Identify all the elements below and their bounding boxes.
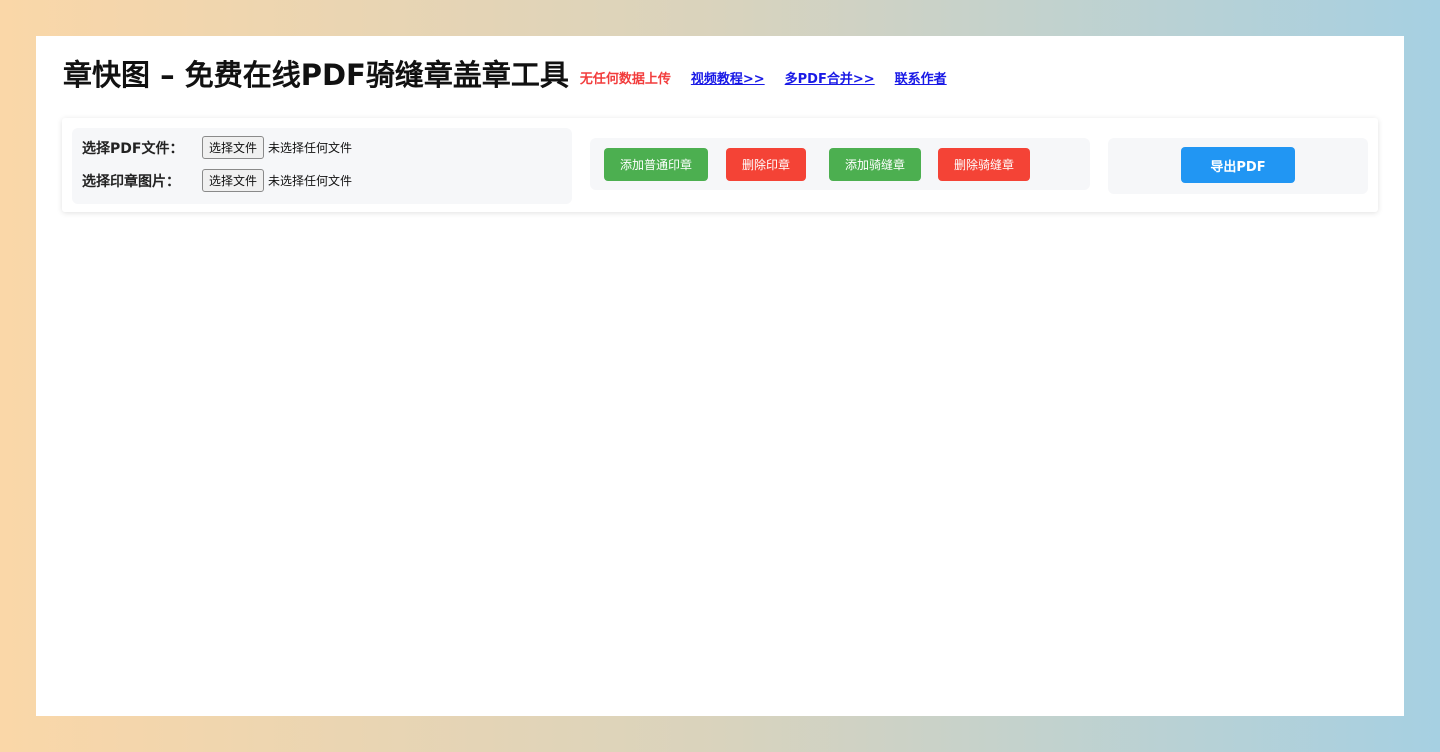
video-tutorial-link[interactable]: 视频教程>>	[691, 68, 765, 87]
export-panel: 导出PDF	[1108, 138, 1368, 194]
main-page: 章快图 – 免费在线PDF骑缝章盖章工具 无任何数据上传 视频教程>> 多PDF…	[36, 36, 1404, 716]
page-title: 章快图 – 免费在线PDF骑缝章盖章工具	[63, 58, 569, 92]
merge-pdf-link[interactable]: 多PDF合并>>	[785, 68, 875, 87]
contact-author-link[interactable]: 联系作者	[895, 68, 947, 87]
stamp-file-row: 选择印章图片： 选择文件 未选择任何文件	[82, 169, 352, 192]
stamp-actions-panel: 添加普通印章 删除印章 添加骑缝章 删除骑缝章	[590, 138, 1090, 190]
delete-seam-stamp-button[interactable]: 删除骑缝章	[938, 148, 1030, 181]
pdf-file-status: 未选择任何文件	[268, 141, 353, 155]
pdf-choose-file-button[interactable]: 选择文件	[202, 136, 265, 159]
delete-stamp-button[interactable]: 删除印章	[726, 148, 806, 181]
export-pdf-button[interactable]: 导出PDF	[1181, 147, 1295, 183]
header: 章快图 – 免费在线PDF骑缝章盖章工具 无任何数据上传 视频教程>> 多PDF…	[63, 58, 947, 93]
pdf-file-row: 选择PDF文件： 选择文件 未选择任何文件	[82, 136, 352, 159]
file-input-panel: 选择PDF文件： 选择文件 未选择任何文件 选择印章图片： 选择文件 未选择任何…	[72, 128, 572, 204]
add-normal-stamp-button[interactable]: 添加普通印章	[604, 148, 708, 181]
no-upload-note: 无任何数据上传	[579, 71, 671, 87]
add-seam-stamp-button[interactable]: 添加骑缝章	[829, 148, 921, 181]
toolbar: 选择PDF文件： 选择文件 未选择任何文件 选择印章图片： 选择文件 未选择任何…	[62, 118, 1378, 212]
stamp-file-status: 未选择任何文件	[268, 174, 353, 188]
pdf-file-label: 选择PDF文件：	[82, 140, 184, 157]
stamp-file-label: 选择印章图片：	[82, 173, 180, 190]
stamp-choose-file-button[interactable]: 选择文件	[202, 169, 265, 192]
